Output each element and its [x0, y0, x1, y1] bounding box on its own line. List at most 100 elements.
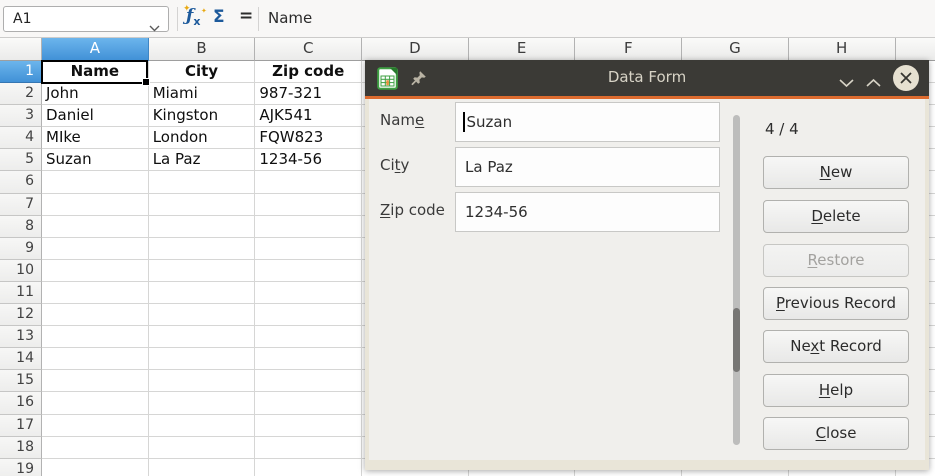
row-header-3[interactable]: 3	[0, 105, 42, 127]
scrollbar-thumb[interactable]	[733, 308, 740, 372]
row-header-10[interactable]: 10	[0, 260, 42, 282]
cell-A15[interactable]	[42, 370, 149, 392]
next-record-button[interactable]: Next Record	[763, 330, 909, 363]
cell-C17[interactable]	[255, 415, 362, 437]
formula-input-line[interactable]: Name	[268, 9, 312, 27]
cell-C11[interactable]	[255, 282, 362, 304]
close-button[interactable]: Close	[763, 417, 909, 450]
cell-A4[interactable]: MIke	[42, 127, 149, 149]
cell-C10[interactable]	[255, 260, 362, 282]
cell-A16[interactable]	[42, 392, 149, 414]
row-header-6[interactable]: 6	[0, 171, 42, 193]
cell-B18[interactable]	[149, 437, 256, 459]
cell-C5[interactable]: 1234-56	[255, 149, 362, 171]
name-field-input[interactable]: Suzan	[455, 102, 720, 142]
cell-C12[interactable]	[255, 304, 362, 326]
cell-C15[interactable]	[255, 370, 362, 392]
cell-B4[interactable]: London	[149, 127, 256, 149]
city-field-input[interactable]: La Paz	[455, 147, 720, 187]
cell-A7[interactable]	[42, 194, 149, 216]
cell-B11[interactable]	[149, 282, 256, 304]
row-header-1[interactable]: 1	[0, 61, 42, 83]
row-header-13[interactable]: 13	[0, 326, 42, 348]
cell-C2[interactable]: 987-321	[255, 83, 362, 105]
cell-C8[interactable]	[255, 216, 362, 238]
name-box[interactable]: A1	[3, 6, 169, 32]
cell-B19[interactable]	[149, 459, 256, 476]
cell-B10[interactable]	[149, 260, 256, 282]
cell-A9[interactable]	[42, 238, 149, 260]
zip-code-field-input[interactable]: 1234-56	[455, 192, 720, 232]
cell-B17[interactable]	[149, 415, 256, 437]
sigma-sum-icon[interactable]: Σ	[213, 7, 225, 27]
cell-A2[interactable]: John	[42, 83, 149, 105]
cell-B12[interactable]	[149, 304, 256, 326]
row-header-19[interactable]: 19	[0, 459, 42, 476]
dialog-titlebar[interactable]: Data Form	[365, 60, 929, 96]
row-header-9[interactable]: 9	[0, 238, 42, 260]
cell-C1[interactable]: Zip code	[255, 61, 362, 83]
cell-C7[interactable]	[255, 194, 362, 216]
cell-C19[interactable]	[255, 459, 362, 476]
new-button[interactable]: New	[763, 156, 909, 189]
cell-A6[interactable]	[42, 171, 149, 193]
column-header-H[interactable]: H	[789, 38, 896, 61]
row-header-4[interactable]: 4	[0, 127, 42, 149]
function-wizard-fx-icon[interactable]: ƒx✦✦	[186, 6, 212, 32]
row-header-8[interactable]: 8	[0, 216, 42, 238]
cell-B5[interactable]: La Paz	[149, 149, 256, 171]
cell-B14[interactable]	[149, 348, 256, 370]
cell-C18[interactable]	[255, 437, 362, 459]
cell-A11[interactable]	[42, 282, 149, 304]
delete-button[interactable]: Delete	[763, 200, 909, 233]
cell-B9[interactable]	[149, 238, 256, 260]
select-all-corner[interactable]	[0, 38, 42, 61]
cell-C13[interactable]	[255, 326, 362, 348]
cell-A3[interactable]: Daniel	[42, 105, 149, 127]
chevron-up-icon[interactable]	[865, 73, 882, 92]
cell-A5[interactable]: Suzan	[42, 149, 149, 171]
cell-A17[interactable]	[42, 415, 149, 437]
cell-A1[interactable]: Name	[42, 61, 149, 83]
cell-A12[interactable]	[42, 304, 149, 326]
column-header-A[interactable]: A	[42, 38, 149, 61]
row-header-17[interactable]: 17	[0, 415, 42, 437]
row-header-5[interactable]: 5	[0, 149, 42, 171]
dialog-scrollbar[interactable]	[733, 115, 740, 445]
cell-A14[interactable]	[42, 348, 149, 370]
column-header-overflow[interactable]	[896, 38, 935, 61]
cell-B2[interactable]: Miami	[149, 83, 256, 105]
cell-A19[interactable]	[42, 459, 149, 476]
cell-B3[interactable]: Kingston	[149, 105, 256, 127]
cell-A8[interactable]	[42, 216, 149, 238]
cell-C3[interactable]: AJK541	[255, 105, 362, 127]
cell-B6[interactable]	[149, 171, 256, 193]
cell-B8[interactable]	[149, 216, 256, 238]
row-header-11[interactable]: 11	[0, 282, 42, 304]
column-header-D[interactable]: D	[362, 38, 469, 61]
cell-B13[interactable]	[149, 326, 256, 348]
cell-C9[interactable]	[255, 238, 362, 260]
equals-formula-icon[interactable]: =	[239, 6, 253, 26]
column-header-C[interactable]: C	[255, 38, 362, 61]
column-header-G[interactable]: G	[682, 38, 789, 61]
cell-A18[interactable]	[42, 437, 149, 459]
row-header-16[interactable]: 16	[0, 392, 42, 414]
cell-A13[interactable]	[42, 326, 149, 348]
row-header-12[interactable]: 12	[0, 304, 42, 326]
cell-C16[interactable]	[255, 392, 362, 414]
cell-B7[interactable]	[149, 194, 256, 216]
row-header-18[interactable]: 18	[0, 437, 42, 459]
column-header-F[interactable]: F	[575, 38, 682, 61]
help-button[interactable]: Help	[763, 374, 909, 407]
cell-B16[interactable]	[149, 392, 256, 414]
row-header-15[interactable]: 15	[0, 370, 42, 392]
column-header-B[interactable]: B	[149, 38, 256, 61]
row-header-14[interactable]: 14	[0, 348, 42, 370]
cell-B15[interactable]	[149, 370, 256, 392]
cell-C4[interactable]: FQW823	[255, 127, 362, 149]
cell-C6[interactable]	[255, 171, 362, 193]
chevron-down-icon[interactable]	[149, 16, 160, 40]
row-header-7[interactable]: 7	[0, 194, 42, 216]
cell-C14[interactable]	[255, 348, 362, 370]
